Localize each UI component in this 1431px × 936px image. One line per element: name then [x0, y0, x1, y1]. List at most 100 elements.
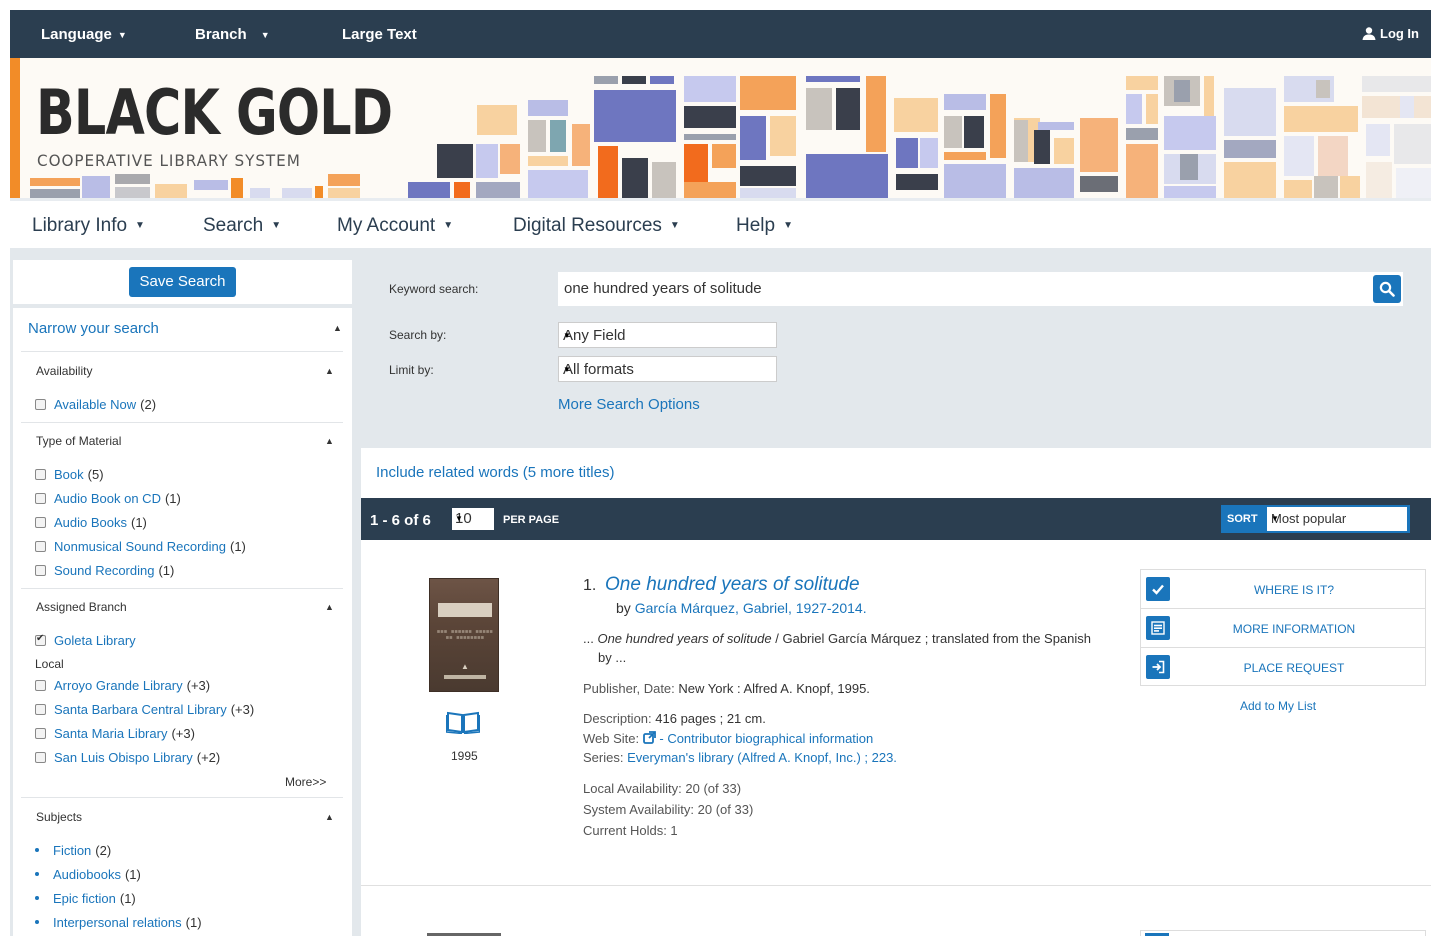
- keyword-search-input[interactable]: one hundred years of solitude: [558, 272, 1403, 306]
- facet-option-label[interactable]: Nonmusical Sound Recording: [54, 539, 226, 554]
- facet-option-label[interactable]: Arroyo Grande Library: [54, 678, 183, 693]
- facet-option-label[interactable]: Available Now: [54, 397, 136, 412]
- related-words-link[interactable]: Include related words (5 more titles): [376, 464, 614, 481]
- subject-item[interactable]: Interpersonal relations (1): [35, 915, 202, 930]
- author-link[interactable]: García Márquez, Gabriel, 1927-2014.: [635, 600, 867, 616]
- nav-help[interactable]: Help ▼: [736, 215, 793, 237]
- facet-option[interactable]: San Luis Obispo Library (+2): [35, 750, 220, 765]
- subject-item[interactable]: Fiction (2): [35, 843, 111, 858]
- facet-option[interactable]: Nonmusical Sound Recording (1): [35, 539, 246, 554]
- checkbox[interactable]: [35, 565, 46, 576]
- add-to-list-link[interactable]: Add to My List: [1240, 699, 1316, 713]
- collapse-up-icon[interactable]: ▲: [325, 366, 334, 376]
- place-request-button[interactable]: PLACE REQUEST: [1141, 648, 1425, 687]
- collapse-up-icon[interactable]: ▲: [325, 436, 334, 446]
- sort-select[interactable]: Most popular ▼: [1267, 507, 1407, 531]
- collapse-up-icon[interactable]: ▲: [325, 812, 334, 822]
- facet-divider: [21, 797, 343, 798]
- caret-down-icon: ▼: [443, 220, 454, 231]
- facet-option[interactable]: Audio Book on CD (1): [35, 491, 181, 506]
- narrow-search-toggle[interactable]: Narrow your search: [28, 320, 159, 337]
- nav-digital-resources[interactable]: Digital Resources ▼: [513, 215, 680, 237]
- branch-menu[interactable]: Branch ▼: [195, 26, 270, 43]
- facet-option[interactable]: Available Now (2): [35, 397, 156, 412]
- search-panel: Keyword search: one hundred years of sol…: [361, 260, 1431, 448]
- subject-label[interactable]: Audiobooks: [53, 867, 121, 882]
- local-group-label: Local: [35, 657, 64, 671]
- main-navigation: Library Info ▼ Search ▼ My Account ▼ Digita…: [10, 198, 1431, 248]
- searchby-label: Search by:: [389, 328, 447, 342]
- subject-label[interactable]: Fiction: [53, 843, 91, 858]
- external-link-icon[interactable]: [642, 731, 656, 744]
- checkbox[interactable]: [35, 728, 46, 739]
- book-cover-image[interactable]: ≡≡≡ ≡≡≡≡≡≡ ≡≡≡≡≡ ≡≡ ≡≡≡≡≡≡≡≡ ▲: [429, 578, 499, 692]
- description-value: 416 pages ; 21 cm.: [655, 711, 766, 726]
- checkbox[interactable]: [35, 541, 46, 552]
- facet-option[interactable]: Sound Recording (1): [35, 563, 174, 578]
- more-search-options-link[interactable]: More Search Options: [558, 396, 700, 413]
- action-label: PLACE REQUEST: [1243, 661, 1345, 675]
- facet-option[interactable]: Santa Barbara Central Library (+3): [35, 702, 254, 717]
- facet-option-label[interactable]: Sound Recording: [54, 563, 154, 578]
- subject-count: (1): [119, 891, 136, 906]
- nav-search[interactable]: Search ▼: [203, 215, 281, 237]
- bullet-icon: [35, 872, 39, 876]
- facet-divider: [21, 588, 343, 589]
- collapse-up-icon[interactable]: ▲: [325, 602, 334, 612]
- large-text-link[interactable]: Large Text: [342, 26, 417, 43]
- checkbox[interactable]: [35, 752, 46, 763]
- search-button[interactable]: [1373, 275, 1401, 303]
- login-link[interactable]: Log In: [1362, 26, 1419, 41]
- collapse-up-icon[interactable]: ▲: [333, 323, 342, 333]
- more-information-button[interactable]: MORE INFORMATION: [1141, 609, 1425, 648]
- sign-in-icon: [1146, 655, 1170, 679]
- facet-heading-subjects[interactable]: Subjects: [36, 810, 82, 824]
- where-is-it-button[interactable]: WHERE IS IT?: [1141, 570, 1425, 609]
- nav-library-info[interactable]: Library Info ▼: [32, 215, 145, 237]
- result-title-link[interactable]: One hundred years of solitude: [605, 574, 860, 596]
- checkbox[interactable]: [35, 399, 46, 410]
- save-search-button[interactable]: Save Search: [129, 267, 236, 297]
- more-branches-link[interactable]: More>>: [285, 775, 326, 789]
- limitby-select[interactable]: All formats ▼: [558, 356, 777, 382]
- facet-option-label[interactable]: Audio Books: [54, 515, 127, 530]
- facet-option[interactable]: Arroyo Grande Library (+3): [35, 678, 210, 693]
- checkbox[interactable]: [35, 517, 46, 528]
- facet-option-label[interactable]: Book: [54, 467, 84, 482]
- subject-item[interactable]: Audiobooks (1): [35, 867, 141, 882]
- checkbox[interactable]: [35, 704, 46, 715]
- facet-option[interactable]: Book (5): [35, 467, 104, 482]
- checkbox[interactable]: [35, 493, 46, 504]
- keyword-label: Keyword search:: [389, 282, 479, 296]
- facet-heading-branch[interactable]: Assigned Branch: [36, 600, 127, 614]
- checkbox[interactable]: [35, 680, 46, 691]
- per-page-select[interactable]: 10 ▼: [452, 508, 494, 530]
- local-availability: Local Availability: 20 (of 33): [583, 781, 742, 796]
- facet-option-label[interactable]: Audio Book on CD: [54, 491, 161, 506]
- facet-option-label[interactable]: Goleta Library: [54, 633, 136, 648]
- facet-heading-availability[interactable]: Availability: [36, 364, 92, 378]
- result-divider: [361, 885, 1431, 886]
- facet-heading-material[interactable]: Type of Material: [36, 434, 121, 448]
- subject-label[interactable]: Interpersonal relations: [53, 915, 182, 930]
- checkbox-checked[interactable]: [35, 633, 46, 646]
- nav-my-account[interactable]: My Account ▼: [337, 215, 453, 237]
- cover-artwork: ≡≡≡ ≡≡≡≡≡≡ ≡≡≡≡≡ ≡≡ ≡≡≡≡≡≡≡≡: [436, 629, 494, 641]
- facet-option-label[interactable]: San Luis Obispo Library: [54, 750, 193, 765]
- searchby-select[interactable]: Any Field ▼: [558, 322, 777, 348]
- facet-option[interactable]: Santa Maria Library (+3): [35, 726, 195, 741]
- subject-label[interactable]: Epic fiction: [53, 891, 116, 906]
- language-menu[interactable]: Language ▼: [41, 26, 127, 43]
- caret-down-icon: ▼: [563, 365, 571, 374]
- result-count: 1 - 6 of 6: [370, 512, 431, 529]
- subject-item[interactable]: Epic fiction (1): [35, 891, 136, 906]
- facet-option-label[interactable]: Santa Barbara Central Library: [54, 702, 227, 717]
- facet-option-label[interactable]: Santa Maria Library: [54, 726, 167, 741]
- result-snippet: ... One hundred years of solitude / Gabr…: [583, 631, 1091, 646]
- checkbox[interactable]: [35, 469, 46, 480]
- website-link[interactable]: - Contributor biographical information: [659, 731, 873, 746]
- facet-option[interactable]: Audio Books (1): [35, 515, 147, 530]
- series-link[interactable]: Everyman's library (Alfred A. Knopf, Inc…: [627, 750, 897, 765]
- nav-label: My Account: [337, 215, 436, 236]
- facet-option-selected[interactable]: Goleta Library: [35, 633, 136, 648]
